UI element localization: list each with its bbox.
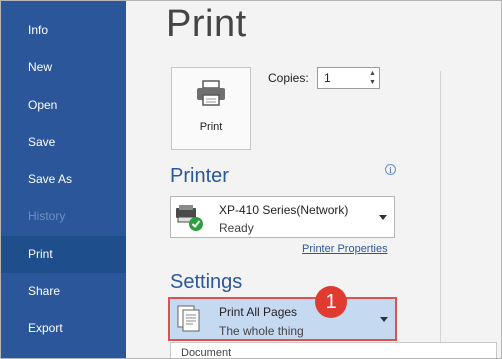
sidebar-item-open[interactable]: Open xyxy=(1,87,126,124)
print-pane: Print Print Copies: 1 ▲ ▼ Printer i XP-4… xyxy=(126,1,501,358)
print-backstage-window: Info New Open Save Save As History Print… xyxy=(0,0,502,359)
sidebar-item-new[interactable]: New xyxy=(1,49,126,86)
printer-icon xyxy=(197,80,225,106)
printer-dropdown[interactable]: XP-410 Series(Network) Ready xyxy=(170,196,395,238)
step-callout-badge: 1 xyxy=(315,286,347,318)
print-range-dropdown[interactable]: Print All Pages The whole thing xyxy=(168,297,397,341)
menu-section-header: Document xyxy=(181,347,232,359)
printer-status: Ready xyxy=(219,221,254,235)
sidebar-item-share[interactable]: Share xyxy=(1,273,126,310)
network-printer-icon xyxy=(176,205,203,231)
copies-up-icon[interactable]: ▲ xyxy=(368,69,377,78)
print-range-description: The whole thing xyxy=(219,324,304,338)
sidebar-item-print[interactable]: Print xyxy=(1,236,126,273)
settings-section-heading: Settings xyxy=(170,271,243,293)
info-icon[interactable]: i xyxy=(385,164,396,175)
printer-section-heading: Printer xyxy=(170,165,229,187)
sidebar-item-save-as[interactable]: Save As xyxy=(1,161,126,198)
print-range-menu: Document xyxy=(170,342,497,359)
sidebar-item-export[interactable]: Export xyxy=(1,310,126,347)
print-range-name: Print All Pages xyxy=(219,305,298,319)
sidebar-item-save[interactable]: Save xyxy=(1,124,126,161)
printer-name: XP-410 Series(Network) xyxy=(219,203,349,217)
copies-label: Copies: xyxy=(268,71,309,85)
page-title: Print xyxy=(166,3,247,45)
copies-spin-control: ▲ ▼ xyxy=(366,68,379,88)
print-button[interactable]: Print xyxy=(171,67,251,150)
sidebar-item-history: History xyxy=(28,209,66,223)
pages-icon xyxy=(177,305,200,332)
preview-divider xyxy=(440,71,441,351)
copies-down-icon[interactable]: ▼ xyxy=(368,78,377,87)
printer-properties-link[interactable]: Printer Properties xyxy=(302,243,388,255)
chevron-down-icon xyxy=(380,317,388,322)
copies-stepper[interactable]: 1 ▲ ▼ xyxy=(317,67,380,89)
print-button-label: Print xyxy=(199,121,223,133)
copies-value[interactable]: 1 xyxy=(324,71,331,85)
backstage-sidebar: Info New Open Save Save As History Print… xyxy=(1,1,126,358)
sidebar-item-info[interactable]: Info xyxy=(1,12,126,49)
chevron-down-icon xyxy=(379,215,387,220)
